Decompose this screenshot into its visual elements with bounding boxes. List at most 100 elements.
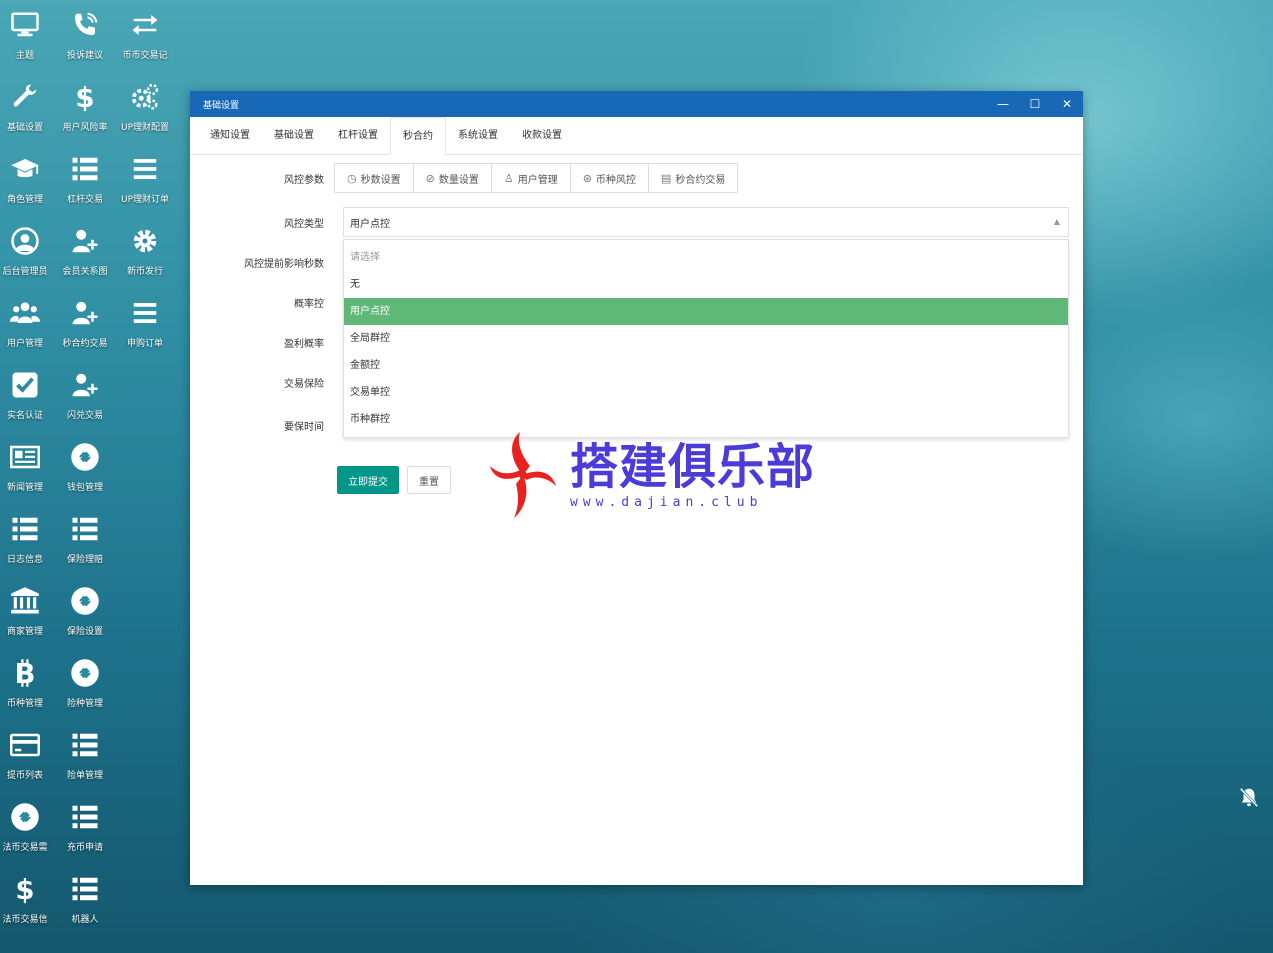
risk-type-value: 用户点控 (350, 218, 390, 230)
risk-type-label: 风控类型 (284, 219, 324, 230)
desktop-icon-label: 申购订单 (126, 339, 163, 349)
coin-risk-button[interactable]: ⊛ 币种风控 (571, 164, 649, 192)
desktop-icon-18[interactable]: 钱包管理 (55, 440, 115, 504)
risk-type-dropdown: 请选择 无 用户点控 全局群控 金额控 交易单控 币种群控 (343, 239, 1069, 438)
desktop-icon-22[interactable]: 保险设置 (55, 584, 115, 648)
desktop-icon-17[interactable]: 新闻管理 (0, 440, 55, 504)
desktop-icon-1[interactable]: 投诉建议 (55, 8, 115, 72)
desktop-icon-label: 商家管理 (6, 627, 43, 637)
desktop-icon-label: 主题 (15, 51, 34, 61)
graduation-cap-icon (8, 152, 42, 186)
desktop-icon-6[interactable]: 角色管理 (0, 152, 55, 216)
profit-rate-row: 盈利概率 (190, 335, 334, 350)
desktop-icon-19[interactable]: 日志信息 (0, 512, 55, 576)
desktop-icon-28[interactable]: 充币申请 (55, 800, 115, 864)
seconds-settings-label: 秒数设置 (360, 174, 401, 186)
desktop-icon-label: 会员关系图 (62, 267, 108, 277)
insurance-row: 交易保险 (190, 375, 334, 390)
watermark-url: www.dajian.club (570, 494, 763, 510)
desktop-icon-20[interactable]: 保险理赔 (55, 512, 115, 576)
desktop-icon-29[interactable]: $ 法币交易信 (0, 872, 55, 936)
wrench-icon (8, 80, 42, 114)
link-circle-icon (68, 584, 102, 618)
risk-type-row: 风控类型 (190, 215, 334, 230)
coin-icon: ⊛ (582, 171, 592, 185)
reset-button[interactable]: 重置 (407, 466, 451, 494)
option-user-control[interactable]: 用户点控 (344, 298, 1068, 325)
credit-card-icon (8, 728, 42, 762)
option-global-group-control[interactable]: 全局群控 (344, 325, 1068, 352)
risk-type-select[interactable]: 用户点控 ▲ (343, 207, 1069, 237)
desktop-icon-15[interactable]: 实名认证 (0, 368, 55, 432)
desktop-icon-2[interactable]: 币币交易记 (115, 8, 175, 72)
quantity-settings-button[interactable]: ⊘ 数量设置 (414, 164, 492, 192)
desktop-icon-label: 法币交易信 (2, 915, 48, 925)
user-circle-icon (8, 224, 42, 258)
seconds-settings-button[interactable]: ◷ 秒数设置 (335, 164, 414, 192)
list-icon (68, 152, 102, 186)
desktop-icon-label: UP理财配置 (120, 123, 169, 133)
risk-params-row: 风控参数 ◷ 秒数设置 ⊘ 数量设置 ♙ 用户管理 ⊛ 币种风控 ▤ 秒合约交易 (190, 163, 739, 193)
bitcoin-icon: B (8, 656, 42, 690)
desktop-icon-16[interactable]: 闪兑交易 (55, 368, 115, 432)
desktop-icon-label: 币币交易记 (122, 51, 168, 61)
exchange-arrows-icon (128, 8, 162, 42)
bank-icon (8, 584, 42, 618)
compass-icon: ⊘ (425, 171, 435, 185)
svg-text:B: B (15, 658, 36, 688)
desktop-icon-24[interactable]: 险种管理 (55, 656, 115, 720)
probability-row: 概率控 (190, 295, 334, 310)
desktop-icon-13[interactable]: 秒合约交易 (55, 296, 115, 360)
desktop-icon-3[interactable]: 基础设置 (0, 80, 55, 144)
clipboard-icon: ▤ (660, 171, 672, 185)
option-none[interactable]: 无 (344, 271, 1068, 298)
bars-icon (128, 296, 162, 330)
risk-params-label: 风控参数 (284, 174, 324, 186)
desktop-icon-26[interactable]: 险单管理 (55, 728, 115, 792)
desktop-icon-label: 杠杆交易 (66, 195, 103, 205)
desktop-icon-7[interactable]: 杠杆交易 (55, 152, 115, 216)
monitor-icon (8, 8, 42, 42)
desktop-icon-label: 投诉建议 (66, 51, 103, 61)
desktop-icon-label: 新闻管理 (6, 483, 43, 493)
desktop-icon-label: UP理财订单 (120, 195, 169, 205)
second-contract-trade-button[interactable]: ▤ 秒合约交易 (649, 164, 737, 192)
desktop-icon-25[interactable]: 提币列表 (0, 728, 55, 792)
user-management-button[interactable]: ♙ 用户管理 (492, 164, 571, 192)
desktop-icon-12[interactable]: 用户管理 (0, 296, 55, 360)
link-circle-icon (68, 656, 102, 690)
desktop-icon-label: 秒合约交易 (62, 339, 108, 349)
desktop-icon-21[interactable]: 商家管理 (0, 584, 55, 648)
phone-icon (68, 8, 102, 42)
option-amount-control[interactable]: 金额控 (344, 352, 1068, 379)
list-icon (68, 728, 102, 762)
desktop-icon-23[interactable]: B 币种管理 (0, 656, 55, 720)
submit-button[interactable]: 立即提交 (337, 466, 399, 494)
protect-time-label: 要保时间 (284, 422, 324, 433)
desktop-icon-0[interactable]: 主题 (0, 8, 55, 72)
desktop-icon-label: 钱包管理 (66, 483, 103, 493)
desktop-icon-label: 机器人 (71, 915, 99, 925)
option-coin-group-control[interactable]: 币种群控 (344, 406, 1068, 433)
dollar-icon: $ (8, 872, 42, 906)
desktop-icon-4[interactable]: $ 用户风险率 (55, 80, 115, 144)
svg-text:$: $ (75, 82, 94, 112)
desktop-icon-label: 法币交易需 (2, 843, 48, 853)
advance-seconds-label: 风控提前影响秒数 (244, 259, 324, 270)
desktop-icon-8[interactable]: UP理财订单 (115, 152, 175, 216)
option-placeholder[interactable]: 请选择 (344, 244, 1068, 271)
desktop-icon-27[interactable]: 法币交易需 (0, 800, 55, 864)
list-icon (8, 512, 42, 546)
desktop-icon-10[interactable]: 会员关系图 (55, 224, 115, 288)
option-trade-order-control[interactable]: 交易单控 (344, 379, 1068, 406)
desktop-icon-11[interactable]: 新币发行 (115, 224, 175, 288)
profit-rate-label: 盈利概率 (284, 339, 324, 350)
desktop-icon-label: 日志信息 (6, 555, 43, 565)
desktop-icon-5[interactable]: UP理财配置 (115, 80, 175, 144)
caret-up-icon: ▲ (1053, 217, 1060, 226)
desktop-icon-9[interactable]: 后台管理员 (0, 224, 55, 288)
desktop-icon-label: 后台管理员 (2, 267, 48, 277)
bell-off-icon[interactable] (1238, 785, 1260, 809)
desktop-icon-14[interactable]: 申购订单 (115, 296, 175, 360)
desktop-icon-30[interactable]: 机器人 (55, 872, 115, 936)
